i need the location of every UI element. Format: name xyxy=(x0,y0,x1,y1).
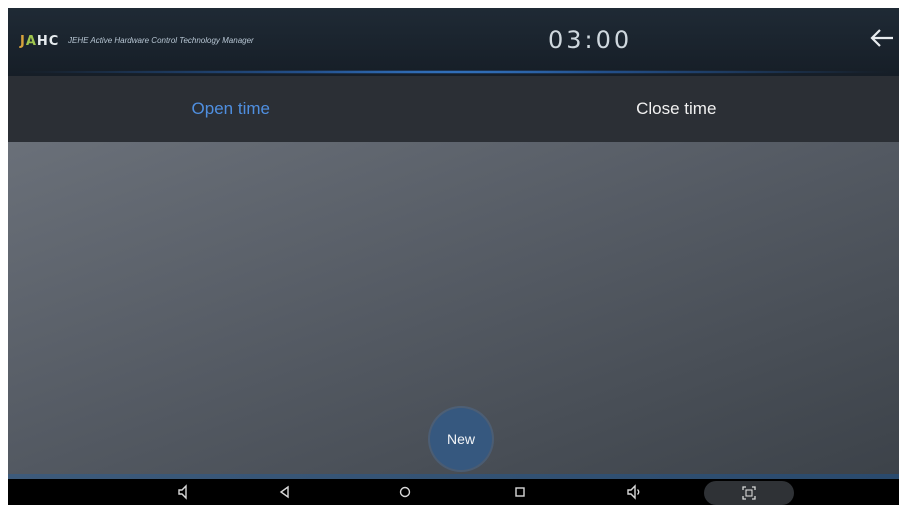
new-button[interactable]: New xyxy=(430,408,492,470)
back-button[interactable] xyxy=(868,24,896,52)
app-logo: JAHC xyxy=(20,34,59,49)
clock-display: 03:00 xyxy=(548,26,633,54)
header-glow-line xyxy=(8,70,899,74)
volume-up-icon[interactable] xyxy=(625,483,643,501)
screenshot-icon xyxy=(742,486,756,500)
device-screen: JAHC JEHE Active Hardware Control Techno… xyxy=(8,8,899,505)
home-circle-icon[interactable] xyxy=(396,483,414,501)
logo-letters-hc: HC xyxy=(36,34,60,49)
recents-square-icon[interactable] xyxy=(511,483,529,501)
time-tabs: Open time Close time xyxy=(8,76,899,142)
system-nav-bar xyxy=(8,479,899,505)
app-header: JAHC JEHE Active Hardware Control Techno… xyxy=(8,8,899,76)
tab-open-time[interactable]: Open time xyxy=(8,76,454,142)
screenshot-button[interactable] xyxy=(704,481,794,505)
tab-close-time[interactable]: Close time xyxy=(454,76,900,142)
volume-down-icon[interactable] xyxy=(175,483,193,501)
back-arrow-icon xyxy=(870,29,893,47)
logo-letter-a: A xyxy=(25,34,37,49)
app-title: JEHE Active Hardware Control Technology … xyxy=(68,36,254,45)
back-triangle-icon[interactable] xyxy=(276,483,294,501)
